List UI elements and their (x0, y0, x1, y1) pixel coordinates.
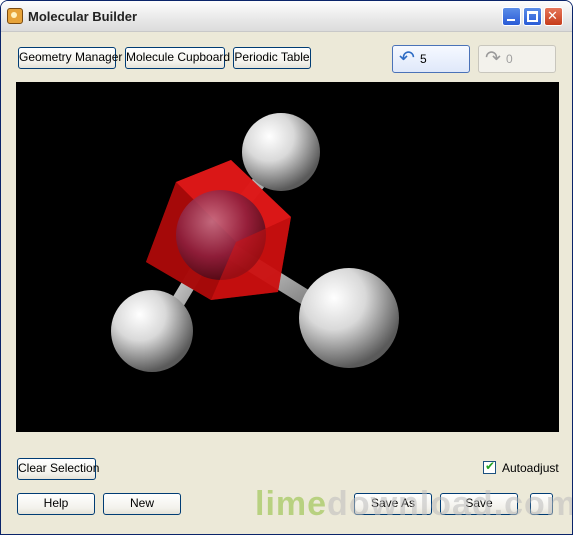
close-icon: ✕ (547, 9, 558, 24)
autoadjust-label: Autoadjust (502, 461, 559, 475)
periodic-table-button[interactable]: Periodic Table (233, 47, 311, 69)
hydrogen-atom-top[interactable] (242, 113, 320, 191)
autoadjust-checkbox[interactable]: ✔ (483, 459, 496, 474)
hydrogen-atom-left[interactable] (111, 290, 193, 372)
minimize-icon (507, 19, 515, 21)
redo-button[interactable]: ↷ 0 (478, 45, 556, 73)
undo-arrow-icon: ↶ (399, 48, 415, 69)
undo-count: 5 (420, 52, 427, 66)
clear-selection-button[interactable]: Clear Selection (17, 458, 99, 480)
redo-count: 0 (506, 52, 513, 66)
maximize-icon (527, 11, 538, 22)
molecule-3d-viewport[interactable] (16, 82, 559, 432)
molecule-render (111, 113, 399, 372)
hydrogen-atom-right[interactable] (299, 268, 399, 368)
undo-button[interactable]: ↶ 5 (392, 45, 470, 73)
redo-arrow-icon: ↷ (485, 48, 501, 69)
close-button[interactable]: ✕ (544, 7, 563, 26)
watermark: limedownload.com (255, 485, 573, 524)
watermark-download: download.com (327, 485, 573, 523)
app-icon (7, 8, 23, 24)
new-button[interactable]: New (103, 493, 181, 515)
maximize-button[interactable] (523, 7, 542, 26)
title-bar[interactable]: Molecular Builder ✕ (1, 1, 572, 32)
molecule-cupboard-button[interactable]: Molecule Cupboard (125, 47, 230, 69)
geometry-manager-button[interactable]: Geometry Manager (18, 47, 122, 69)
window-title: Molecular Builder (28, 9, 138, 24)
molecular-builder-window: Molecular Builder ✕ Geometry Manager Mol… (0, 0, 573, 535)
checkmark-icon: ✔ (485, 459, 496, 473)
help-button[interactable]: Help (17, 493, 95, 515)
minimize-button[interactable] (502, 7, 521, 26)
watermark-lime: lime (255, 485, 328, 523)
